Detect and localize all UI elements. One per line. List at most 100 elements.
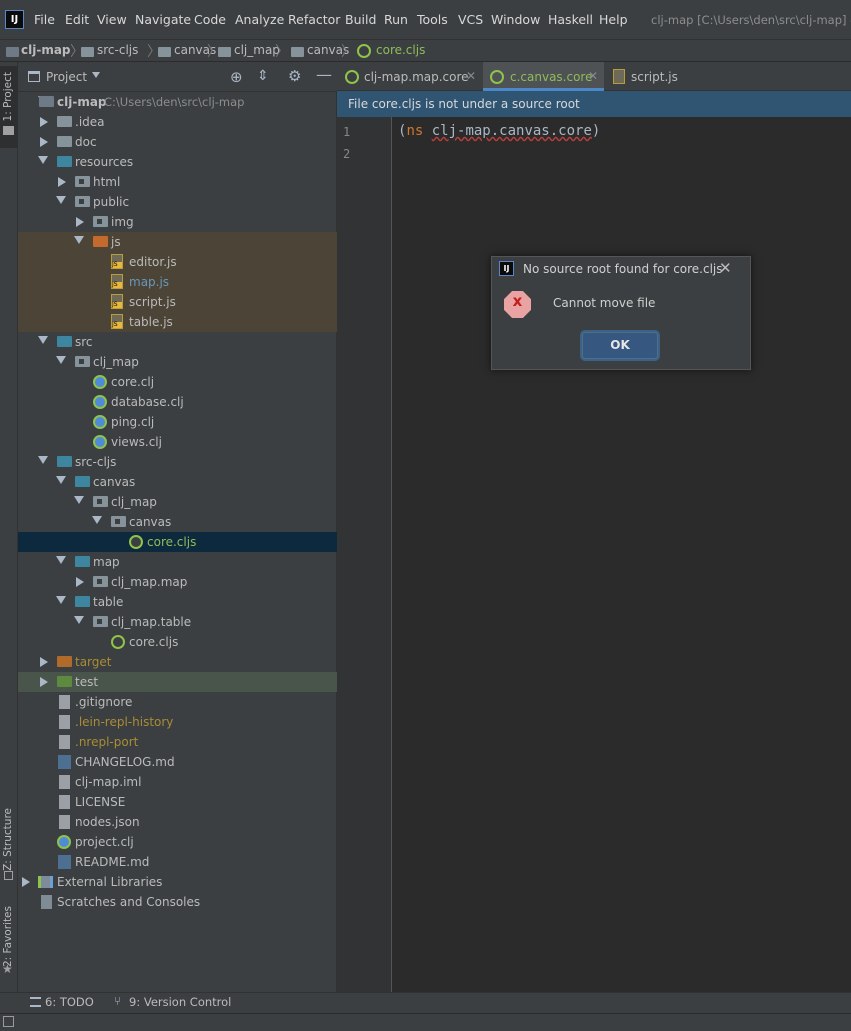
tree-label: src-cljs <box>75 455 117 469</box>
favorites-tool-tab[interactable]: 2: Favorites ★ <box>0 904 18 982</box>
structure-tool-tab-label: Z: Structure <box>2 808 14 871</box>
file-icon <box>59 715 70 729</box>
tree-label: core.cljs <box>147 535 197 549</box>
breadcrumb-item-core-cljs[interactable]: core.cljs <box>376 43 425 57</box>
close-tab-icon[interactable]: ✕ <box>588 69 598 83</box>
project-panel-title[interactable]: Project <box>46 70 87 84</box>
locate-file-icon[interactable]: ⊕ <box>230 68 243 86</box>
tree-item-clj-map[interactable]: clj_map <box>18 352 337 372</box>
tab-clj-map-map-core[interactable]: clj-map.map.core ✕ <box>338 62 482 91</box>
tree-label: canvas <box>129 515 172 529</box>
menu-vcs[interactable]: VCS <box>458 12 483 27</box>
tree-label: ping.clj <box>111 415 155 429</box>
tree-item-public[interactable]: public <box>18 192 337 212</box>
tree-item-gitignore[interactable]: .gitignore <box>18 692 337 712</box>
menu-analyze[interactable]: Analyze <box>235 12 284 27</box>
tree-item-src[interactable]: src <box>18 332 337 352</box>
menu-navigate[interactable]: Navigate <box>135 12 191 27</box>
tree-item-project-clj[interactable]: project.clj <box>18 832 337 852</box>
tree-item-map[interactable]: map <box>18 552 337 572</box>
ok-button[interactable]: OK <box>582 332 658 359</box>
tree-item-resources[interactable]: resources <box>18 152 337 172</box>
tree-item-core-clj[interactable]: core.clj <box>18 372 337 392</box>
tree-item-canvas-core-cljs[interactable]: core.cljs <box>18 532 337 552</box>
tree-item-target[interactable]: target <box>18 652 337 672</box>
tree-item-canvas[interactable]: canvas <box>18 472 337 492</box>
scratches-icon <box>41 895 52 909</box>
tree-item-table-js[interactable]: table.js <box>18 312 337 332</box>
package-icon <box>93 576 108 587</box>
menu-help[interactable]: Help <box>599 12 628 27</box>
tree-item-img[interactable]: img <box>18 212 337 232</box>
tree-item-clj-map-map[interactable]: clj_map.map <box>18 572 337 592</box>
tab-label: script.js <box>631 70 678 84</box>
collapse-all-icon[interactable]: ⇕ <box>257 68 269 84</box>
tree-label: External Libraries <box>57 875 163 889</box>
cljs-file-icon <box>490 70 504 84</box>
tree-item-table[interactable]: table <box>18 592 337 612</box>
menu-build[interactable]: Build <box>345 12 376 27</box>
tree-item-test[interactable]: test <box>18 672 337 692</box>
menu-refactor[interactable]: Refactor <box>288 12 340 27</box>
todo-tab[interactable]: 6: TODO <box>45 995 94 1009</box>
gear-icon[interactable]: ⚙ <box>288 67 301 85</box>
star-icon: ★ <box>2 962 13 976</box>
tree-label: img <box>111 215 134 229</box>
tree-item-external-libraries[interactable]: External Libraries <box>18 872 337 892</box>
tab-script-js[interactable]: script.js <box>605 62 695 91</box>
menu-code[interactable]: Code <box>194 12 226 27</box>
tree-item-root[interactable]: clj-map C:\Users\den\src\clj-map <box>18 92 337 112</box>
breadcrumb-separator-icon: 〉 <box>341 44 355 60</box>
tree-item-doc[interactable]: doc <box>18 132 337 152</box>
package-icon <box>75 356 90 367</box>
menu-edit[interactable]: Edit <box>65 12 89 27</box>
project-tool-tab[interactable]: 1: Project <box>0 66 18 148</box>
menu-tools[interactable]: Tools <box>417 12 448 27</box>
tab-c-canvas-core[interactable]: c.canvas.core ✕ <box>483 62 604 91</box>
folder-icon <box>75 196 90 207</box>
tree-item-nodes-json[interactable]: nodes.json <box>18 812 337 832</box>
menu-view[interactable]: View <box>97 12 127 27</box>
code-line: (ns clj-map.canvas.core) <box>398 123 600 139</box>
tree-item-src-cljs[interactable]: src-cljs <box>18 452 337 472</box>
menu-run[interactable]: Run <box>384 12 408 27</box>
tree-item-idea[interactable]: .idea <box>18 112 337 132</box>
tree-item-table-core-cljs[interactable]: core.cljs <box>18 632 337 652</box>
close-tab-icon[interactable]: ✕ <box>466 69 476 83</box>
tree-item-license[interactable]: LICENSE <box>18 792 337 812</box>
tree-item-canvas-canvas[interactable]: canvas <box>18 512 337 532</box>
hide-panel-icon[interactable]: — <box>316 65 332 84</box>
tree-item-map-js[interactable]: map.js <box>18 272 337 292</box>
tree-item-changelog[interactable]: CHANGELOG.md <box>18 752 337 772</box>
tree-item-views-clj[interactable]: views.clj <box>18 432 337 452</box>
breadcrumb-item-clj-map[interactable]: clj-map <box>21 43 71 57</box>
tree-item-iml[interactable]: clj-map.iml <box>18 772 337 792</box>
tree-item-script-js[interactable]: script.js <box>18 292 337 312</box>
tree-item-editor-js[interactable]: editor.js <box>18 252 337 272</box>
tree-item-scratches[interactable]: Scratches and Consoles <box>18 892 337 912</box>
source-folder-icon <box>57 336 72 347</box>
dropdown-arrow-icon[interactable] <box>92 72 100 78</box>
tree-item-ping-clj[interactable]: ping.clj <box>18 412 337 432</box>
todo-icon <box>30 997 41 1007</box>
tool-windows-icon[interactable] <box>3 1016 14 1027</box>
tree-item-readme[interactable]: README.md <box>18 852 337 872</box>
package-icon <box>111 516 126 527</box>
menu-haskell[interactable]: Haskell <box>548 12 593 27</box>
tree-item-database-clj[interactable]: database.clj <box>18 392 337 412</box>
tree-item-canvas-clj-map[interactable]: clj_map <box>18 492 337 512</box>
structure-tool-tab[interactable]: Z: Structure <box>0 806 18 884</box>
breadcrumb-item-clj-map-pkg[interactable]: clj_map <box>234 43 280 57</box>
version-control-tab[interactable]: 9: Version Control <box>129 995 231 1009</box>
close-icon[interactable]: ✕ <box>719 259 732 277</box>
tree-item-js[interactable]: js <box>18 232 337 252</box>
breadcrumb-item-src-cljs[interactable]: src-cljs <box>97 43 138 57</box>
tree-item-html[interactable]: html <box>18 172 337 192</box>
menu-window[interactable]: Window <box>491 12 540 27</box>
source-folder-icon <box>75 476 90 487</box>
tree-item-nrepl-port[interactable]: .nrepl-port <box>18 732 337 752</box>
tree-item-clj-map-table[interactable]: clj_map.table <box>18 612 337 632</box>
tree-item-lein-repl-history[interactable]: .lein-repl-history <box>18 712 337 732</box>
menu-file[interactable]: File <box>34 12 55 27</box>
markdown-file-icon <box>58 855 71 869</box>
